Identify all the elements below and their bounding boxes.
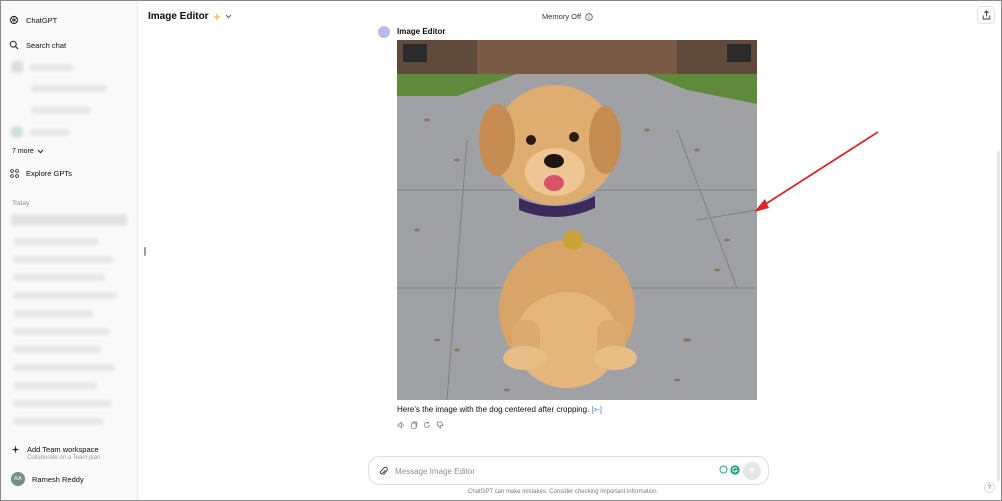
regenerate-icon[interactable] <box>423 421 431 429</box>
chat-history-item[interactable] <box>13 238 99 245</box>
explore-gpts-button[interactable]: Explore GPTs <box>9 164 129 182</box>
sparkle-icon <box>11 445 20 454</box>
chat-history-item[interactable] <box>13 400 111 407</box>
message-input[interactable] <box>395 463 695 479</box>
explore-gpts-label: Explore GPTs <box>26 168 72 178</box>
chevron-down-icon <box>37 149 44 154</box>
sparkle-emoji-icon <box>212 12 222 21</box>
generated-image[interactable] <box>397 40 757 400</box>
extension-icons <box>719 465 740 475</box>
send-button[interactable] <box>743 462 761 480</box>
user-menu[interactable]: RA Ramesh Reddy <box>11 472 84 486</box>
section-label-today: Today <box>12 200 30 207</box>
blurred-item[interactable] <box>31 107 91 114</box>
more-toggle[interactable]: 7 more <box>12 148 44 155</box>
chat-history-item[interactable] <box>13 346 101 353</box>
sidebar-resize-handle[interactable] <box>144 247 146 256</box>
header: Image Editor Memory Off <box>139 1 1001 33</box>
gpt-avatar <box>378 26 390 38</box>
grammarly-icon[interactable] <box>730 465 740 475</box>
share-button[interactable] <box>977 6 995 24</box>
sidebar: ChatGPT Search chat 7 more Explore GPTs … <box>1 1 138 500</box>
copy-icon[interactable] <box>410 421 418 429</box>
source-marker[interactable]: [>-] <box>592 407 602 414</box>
model-selector[interactable]: Image Editor <box>148 11 232 22</box>
avatar: RA <box>11 472 25 486</box>
chat-history-item[interactable] <box>13 292 117 299</box>
message-composer <box>368 456 769 485</box>
chat-history-item[interactable] <box>13 256 113 263</box>
openai-logo-icon <box>9 15 19 25</box>
paperclip-icon[interactable] <box>379 466 388 477</box>
blurred-item[interactable] <box>29 64 73 71</box>
chat-history-item[interactable] <box>13 418 103 425</box>
user-name: Ramesh Reddy <box>32 474 84 484</box>
disclaimer-text: ChatGPT can make mistakes. Consider chec… <box>468 489 659 495</box>
team-title: Add Team workspace <box>27 445 99 454</box>
grid-icon <box>9 168 19 178</box>
arrow-up-icon <box>749 467 755 474</box>
sidebar-app-row[interactable]: ChatGPT <box>9 11 129 29</box>
chat-history-item[interactable] <box>13 382 97 389</box>
blurred-item[interactable] <box>29 129 69 136</box>
blurred-item[interactable] <box>31 85 107 92</box>
model-title: Image Editor <box>148 11 209 22</box>
chat-history-item[interactable] <box>13 310 93 317</box>
search-icon <box>9 40 19 50</box>
chat-history-item[interactable] <box>13 364 115 371</box>
memory-status[interactable]: Memory Off <box>542 12 593 21</box>
thumbs-down-icon[interactable] <box>436 421 444 429</box>
chat-history-item[interactable] <box>13 328 109 335</box>
chevron-down-icon <box>225 14 231 19</box>
add-team-workspace-button[interactable]: Add Team workspace Collaborate on a Team… <box>11 445 100 461</box>
blurred-avatar[interactable] <box>11 61 23 73</box>
help-button[interactable]: ? <box>984 482 995 493</box>
extension-icon[interactable] <box>719 465 728 474</box>
search-chat-button[interactable]: Search chat <box>9 36 129 54</box>
gpt-name: Image Editor <box>397 27 446 36</box>
app-name: ChatGPT <box>26 15 58 25</box>
search-chat-label: Search chat <box>26 40 67 50</box>
memory-label: Memory Off <box>542 12 582 21</box>
share-icon <box>982 10 990 20</box>
chat-history-item[interactable] <box>13 274 105 281</box>
blurred-avatar[interactable] <box>11 126 23 138</box>
read-aloud-icon[interactable] <box>397 421 405 429</box>
more-label: 7 more <box>12 148 34 155</box>
info-icon <box>585 12 593 21</box>
chat-history-item-active[interactable] <box>11 214 127 226</box>
scrollbar[interactable] <box>997 151 1000 481</box>
message-actions <box>397 421 444 429</box>
annotation-arrow <box>754 131 879 212</box>
puppy-photo <box>397 40 757 400</box>
assistant-message: Here's the image with the dog centered a… <box>397 405 602 414</box>
team-subtitle: Collaborate on a Team plan <box>27 455 101 461</box>
